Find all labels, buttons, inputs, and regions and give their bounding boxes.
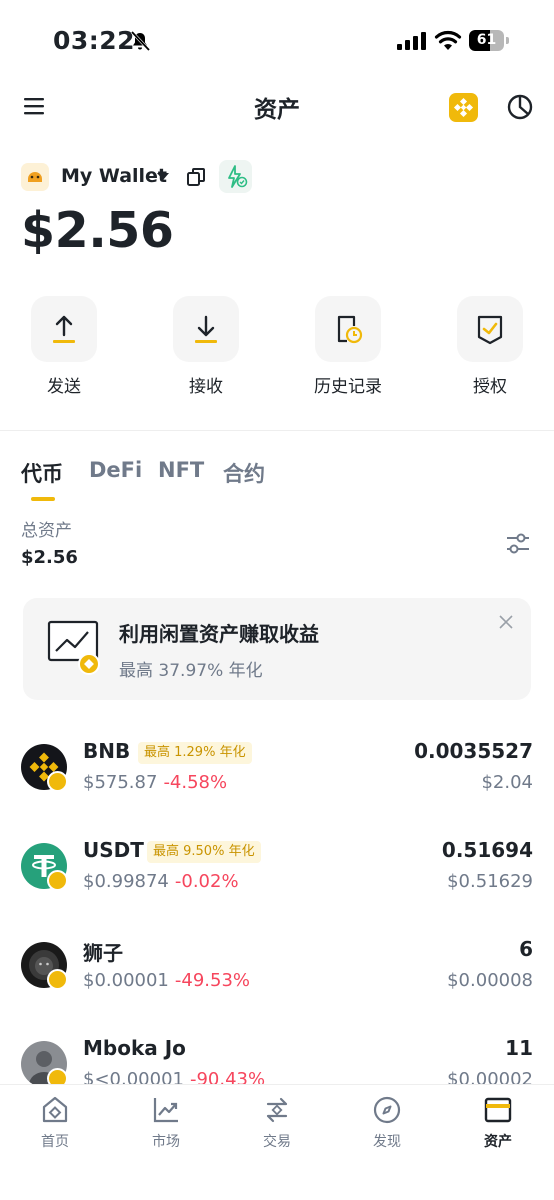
bell-muted-icon: [130, 30, 151, 52]
asset-row-mboka[interactable]: Mboka Jo $<0.00001 -90.43% 11 $0.00002: [0, 1025, 554, 1084]
asset-amount: 6: [519, 937, 533, 961]
bnb-chain-badge-icon: [47, 771, 68, 792]
nav-discover[interactable]: 发现: [347, 1095, 427, 1151]
asset-price: $575.87: [83, 772, 158, 793]
earn-banner[interactable]: 利用闲置资产赚取收益 最高 37.97% 年化: [23, 598, 531, 700]
tab-tokens[interactable]: 代币: [21, 458, 63, 488]
bnb-chain-badge-icon: [47, 870, 68, 891]
nav-market-label: 市场: [152, 1134, 180, 1150]
asset-change: -90.43%: [189, 1069, 266, 1084]
assets-icon: [484, 1097, 512, 1123]
asset-value: $0.00008: [447, 970, 533, 991]
earn-subtitle: 最高 37.97% 年化: [119, 661, 263, 681]
nav-assets[interactable]: 资产: [458, 1095, 538, 1151]
chevron-down-icon[interactable]: [157, 173, 169, 181]
bottom-nav: 首页 市场 交易 发现 资产: [0, 1084, 554, 1200]
asset-price-line: $0.00001 -49.53%: [83, 970, 250, 991]
authorize-button[interactable]: [457, 296, 523, 362]
asset-change: -4.58%: [163, 772, 228, 793]
authorize-icon: [477, 315, 503, 345]
send-button[interactable]: [31, 296, 97, 362]
asset-price-line: $575.87 -4.58%: [83, 772, 227, 793]
history-button[interactable]: [315, 296, 381, 362]
bnb-chain-badge-icon: [47, 1068, 68, 1084]
asset-price-line: $<0.00001 -90.43%: [83, 1069, 265, 1084]
asset-row-bnb[interactable]: BNB 最高 1.29% 年化 $575.87 -4.58% 0.0035527 …: [0, 728, 554, 828]
asset-name: Mboka Jo: [83, 1036, 186, 1060]
authorize-action[interactable]: 授权: [440, 296, 540, 397]
wallet-name[interactable]: My Wallet: [61, 165, 167, 187]
asset-change: -49.53%: [174, 970, 251, 991]
total-assets-value: $2.56: [21, 547, 78, 568]
wifi-icon: [434, 30, 462, 50]
nav-market[interactable]: 市场: [126, 1095, 206, 1151]
tab-contracts[interactable]: 合约: [223, 458, 265, 488]
asset-price: $0.99874: [83, 871, 169, 892]
close-icon[interactable]: [499, 615, 513, 629]
download-icon: [195, 315, 217, 343]
bnb-chain-icon[interactable]: [449, 93, 478, 122]
battery-indicator: 61: [469, 30, 509, 51]
asset-row-usdt[interactable]: USDT 最高 9.50% 年化 $0.99874 -0.02% 0.51694 …: [0, 827, 554, 927]
active-tab-indicator: [31, 497, 55, 501]
copy-icon[interactable]: [186, 167, 206, 187]
history-icon: [337, 315, 363, 344]
nav-trade-label: 交易: [263, 1134, 291, 1150]
asset-name: BNB: [83, 739, 131, 763]
nav-assets-label: 资产: [484, 1134, 512, 1150]
asset-amount: 11: [505, 1036, 533, 1060]
tab-defi[interactable]: DeFi: [89, 458, 142, 482]
signal-icon: [397, 32, 426, 50]
filter-icon[interactable]: [505, 532, 531, 556]
wallet-balance: $2.56: [21, 202, 174, 259]
nav-discover-label: 发现: [373, 1134, 401, 1150]
asset-name: USDT: [83, 838, 144, 862]
apr-tag[interactable]: 最高 9.50% 年化: [147, 841, 261, 863]
earn-title: 利用闲置资产赚取收益: [119, 622, 319, 646]
market-icon: [153, 1098, 178, 1123]
asset-amount: 0.0035527: [414, 739, 533, 763]
pie-chart-icon[interactable]: [507, 94, 533, 120]
asset-list: BNB 最高 1.29% 年化 $575.87 -4.58% 0.0035527 …: [0, 728, 554, 1084]
bnb-chain-badge-icon: [47, 969, 68, 990]
nav-home-label: 首页: [41, 1134, 69, 1150]
receive-button[interactable]: [173, 296, 239, 362]
asset-value: $0.00002: [447, 1069, 533, 1084]
status-bar: 03:22 61: [0, 0, 554, 84]
nav-home[interactable]: 首页: [15, 1095, 95, 1151]
home-icon: [42, 1096, 68, 1123]
flash-swap-icon[interactable]: [219, 160, 252, 193]
discover-icon: [373, 1096, 401, 1124]
asset-price: $0.00001: [83, 970, 169, 991]
send-action[interactable]: 发送: [14, 296, 114, 397]
earn-chart-icon: [47, 620, 100, 675]
asset-value: $0.51629: [447, 871, 533, 892]
section-divider: [0, 430, 554, 431]
asset-price-line: $0.99874 -0.02%: [83, 871, 239, 892]
status-time: 03:22: [53, 26, 136, 55]
asset-row-lion[interactable]: 狮子 $0.00001 -49.53% 6 $0.00008: [0, 926, 554, 1026]
battery-level: 61: [476, 32, 497, 48]
asset-amount: 0.51694: [441, 838, 533, 862]
wallet-avatar[interactable]: [21, 163, 49, 191]
upload-icon: [53, 315, 75, 343]
asset-name: 狮子: [83, 941, 123, 965]
apr-tag[interactable]: 最高 1.29% 年化: [138, 742, 252, 764]
history-label: 历史记录: [314, 377, 382, 397]
send-label: 发送: [47, 377, 81, 397]
total-assets-label: 总资产: [21, 521, 72, 541]
authorize-label: 授权: [473, 377, 507, 397]
asset-price: $<0.00001: [83, 1069, 184, 1084]
trade-icon: [266, 1097, 288, 1123]
receive-action[interactable]: 接收: [156, 296, 256, 397]
tab-nft[interactable]: NFT: [158, 458, 204, 482]
asset-change: -0.02%: [174, 871, 239, 892]
receive-label: 接收: [189, 377, 223, 397]
nav-trade[interactable]: 交易: [237, 1095, 317, 1151]
history-action[interactable]: 历史记录: [298, 296, 398, 397]
asset-value: $2.04: [481, 772, 533, 793]
